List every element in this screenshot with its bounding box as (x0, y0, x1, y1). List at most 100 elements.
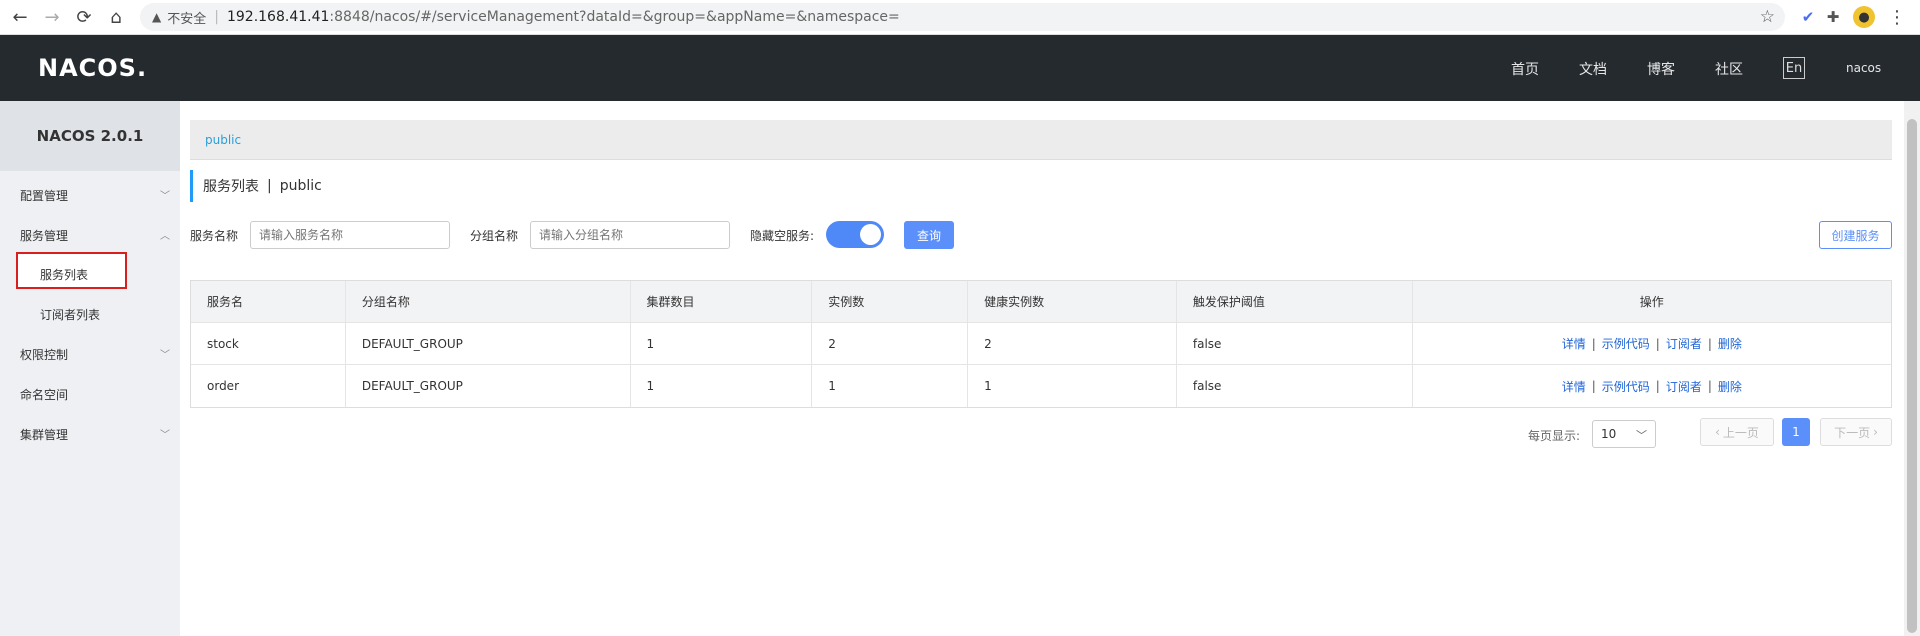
page-title: 服务列表 | public (190, 170, 322, 202)
service-name-label: 服务名称 (190, 229, 239, 243)
sidebar-item-namespace[interactable]: 命名空间 (20, 386, 68, 403)
chevron-down-icon: ﹀ (160, 191, 170, 202)
op-separator: | (1591, 379, 1596, 393)
sidebar-item-config[interactable]: 配置管理 (20, 187, 68, 204)
table-row: order DEFAULT_GROUP 1 1 1 false 详情 | 示例代码… (191, 365, 1891, 407)
prev-page-button[interactable]: ‹ 上一页 (1700, 418, 1774, 446)
table-row: stock DEFAULT_GROUP 1 2 2 false 详情 | 示例代码… (191, 323, 1891, 365)
hide-empty-toggle[interactable] (826, 221, 884, 248)
nav-docs[interactable]: 文档 (1579, 59, 1607, 79)
browser-menu-icon[interactable]: ⋮ (1886, 6, 1908, 28)
nav-blog[interactable]: 博客 (1647, 59, 1675, 79)
nav-community[interactable]: 社区 (1715, 59, 1743, 79)
nacos-logo[interactable]: NACOS. (38, 54, 147, 82)
bookmark-star-icon[interactable]: ☆ (1760, 7, 1775, 27)
query-button[interactable]: 查询 (904, 221, 954, 249)
top-navbar: NACOS. 首页 文档 博客 社区 En nacos (0, 35, 1920, 101)
column-header: 集群数目 (631, 281, 813, 322)
cluster-count-cell: 1 (631, 323, 813, 364)
column-header: 健康实例数 (968, 281, 1177, 322)
delete-link[interactable]: 删除 (1718, 335, 1742, 352)
url-path: :8848/nacos/#/serviceManagement?dataId=&… (329, 9, 900, 25)
table-header: 服务名 分组名称 集群数目 实例数 健康实例数 触发保护阈值 操作 (191, 281, 1891, 323)
column-header: 服务名 (191, 281, 346, 322)
chevron-down-icon: ﹀ (1636, 429, 1647, 442)
chevron-left-icon: ‹ (1715, 425, 1720, 439)
address-separator: | (214, 9, 219, 25)
group-name-input[interactable] (530, 221, 730, 249)
group-cell: DEFAULT_GROUP (346, 323, 631, 364)
url-host: 192.168.41.41 (226, 9, 330, 25)
operations-cell: 详情 | 示例代码 | 订阅者 | 删除 (1413, 323, 1891, 364)
chevron-right-icon: › (1873, 425, 1878, 439)
hide-empty-label: 隐藏空服务: (750, 229, 815, 243)
delete-link[interactable]: 删除 (1718, 378, 1742, 395)
column-header: 操作 (1639, 295, 1664, 309)
service-name-cell: stock (191, 323, 346, 364)
forward-icon[interactable]: → (40, 5, 64, 29)
sidebar-item-service-list[interactable]: 服务列表 (40, 266, 88, 283)
service-table: 服务名 分组名称 集群数目 实例数 健康实例数 触发保护阈值 操作 stock … (190, 280, 1892, 408)
sidebar-item-cluster[interactable]: 集群管理 (20, 426, 68, 443)
sidebar-item-service[interactable]: 服务管理 (20, 227, 68, 244)
vertical-scrollbar[interactable] (1904, 101, 1920, 636)
next-page-label: 下一页 (1834, 425, 1871, 440)
sidebar-item-auth[interactable]: 权限控制 (20, 346, 68, 363)
user-name[interactable]: nacos (1846, 61, 1881, 75)
sidebar: NACOS 2.0.1 配置管理 ﹀ 服务管理 ︿ 服务列表 订阅者列表 权限控… (0, 101, 180, 636)
instance-count-cell: 1 (812, 365, 969, 407)
language-switch[interactable]: En (1783, 57, 1805, 79)
reload-icon[interactable]: ⟳ (72, 5, 96, 29)
page-title-namespace: public (279, 178, 322, 194)
next-page-button[interactable]: 下一页 › (1820, 418, 1892, 446)
per-page-select[interactable]: 10 ﹀ (1592, 420, 1656, 448)
op-separator: | (1707, 336, 1712, 351)
cluster-count-cell: 1 (631, 365, 813, 407)
column-header: 实例数 (812, 281, 969, 322)
page-1-button[interactable]: 1 (1782, 418, 1810, 446)
sidebar-item-subscribers[interactable]: 订阅者列表 (40, 306, 100, 323)
service-name-input[interactable] (250, 221, 450, 249)
operations-cell: 详情 | 示例代码 | 订阅者 | 删除 (1413, 365, 1891, 407)
subscriber-link[interactable]: 订阅者 (1666, 335, 1702, 352)
warning-icon: ▲ (152, 10, 162, 24)
column-header: 分组名称 (346, 281, 631, 322)
profile-avatar-icon[interactable]: ● (1853, 6, 1875, 28)
healthy-count-cell: 1 (968, 365, 1177, 407)
healthy-count-cell: 2 (968, 323, 1177, 364)
namespace-bar: public (190, 120, 1892, 160)
home-icon[interactable]: ⌂ (104, 5, 128, 29)
op-separator: | (1655, 379, 1660, 393)
nav-home[interactable]: 首页 (1511, 59, 1539, 79)
op-separator: | (1707, 379, 1712, 393)
service-name-cell: order (191, 365, 346, 407)
chevron-down-icon: ﹀ (160, 430, 170, 441)
subscriber-link[interactable]: 订阅者 (1666, 378, 1702, 395)
namespace-tab-public[interactable]: public (205, 133, 241, 147)
create-service-button[interactable]: 创建服务 (1819, 221, 1892, 249)
back-icon[interactable]: ← (8, 5, 32, 29)
sample-code-link[interactable]: 示例代码 (1602, 378, 1650, 395)
chevron-down-icon: ﹀ (160, 350, 170, 361)
browser-toolbar: ← → ⟳ ⌂ ▲ 不安全 | 192.168.41.41 :8848/naco… (0, 0, 1920, 35)
op-separator: | (1655, 336, 1660, 351)
insecure-label: 不安全 (167, 11, 207, 27)
toggle-knob (860, 224, 881, 245)
page-title-separator: | (267, 178, 272, 194)
address-bar[interactable]: ▲ 不安全 | 192.168.41.41 :8848/nacos/#/serv… (140, 3, 1785, 31)
detail-link[interactable]: 详情 (1562, 378, 1586, 395)
sample-code-link[interactable]: 示例代码 (1602, 335, 1650, 352)
instance-count-cell: 2 (812, 323, 969, 364)
column-header: 触发保护阈值 (1177, 281, 1413, 322)
chevron-up-icon: ︿ (160, 231, 170, 242)
puzzle-icon[interactable]: ✚ (1822, 6, 1844, 28)
prev-page-label: 上一页 (1722, 425, 1759, 440)
scrollbar-thumb[interactable] (1907, 119, 1917, 633)
per-page-value: 10 (1601, 427, 1617, 441)
version-label: NACOS 2.0.1 (0, 101, 180, 171)
extension-icon[interactable]: ✔ (1797, 6, 1819, 28)
detail-link[interactable]: 详情 (1562, 335, 1586, 352)
page-title-text: 服务列表 (203, 179, 259, 195)
per-page-label: 每页显示: (1528, 429, 1581, 443)
group-cell: DEFAULT_GROUP (346, 365, 631, 407)
